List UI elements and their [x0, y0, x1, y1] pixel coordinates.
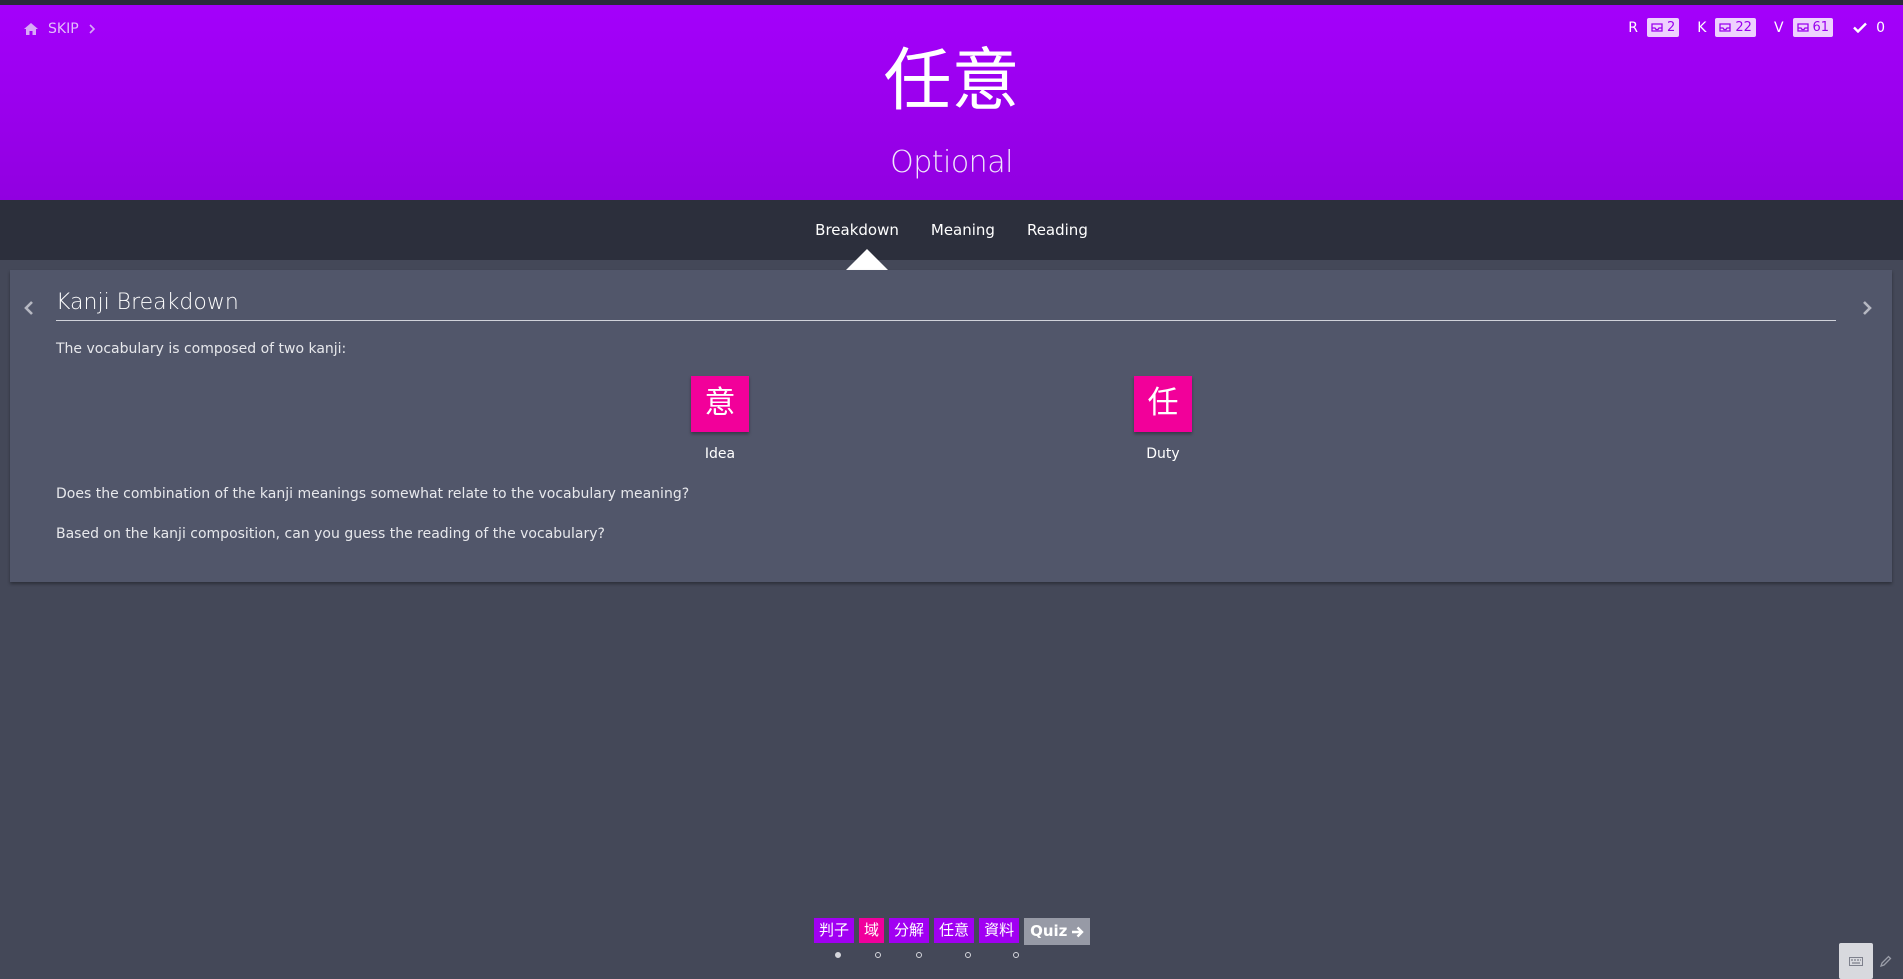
composition-intro: The vocabulary is composed of two kanji: — [56, 341, 347, 357]
vocabulary-stat[interactable]: V 61 — [1773, 18, 1834, 37]
vocabulary-count: 61 — [1812, 20, 1830, 35]
vocabulary-character: 任意 — [883, 42, 1020, 121]
kanji-tile-idea[interactable]: 意 — [691, 376, 749, 432]
progress-stats: R 2 K 22 V 61 0 — [1610, 18, 1885, 37]
vocabulary-meaning: Optional — [890, 145, 1013, 180]
kanji-meaning-duty: Duty — [1146, 446, 1180, 462]
kanji-letter: K — [1697, 19, 1707, 36]
queue-item[interactable]: 資料 — [979, 918, 1020, 943]
lesson-header: SKIP R 2 K 22 V 61 0 任意 Optional — [0, 0, 1903, 200]
radicals-count-badge: 2 — [1646, 18, 1680, 37]
previous-arrow-icon[interactable] — [24, 300, 34, 320]
tab-reading[interactable]: Reading — [1011, 221, 1104, 239]
vocabulary-count-badge: 61 — [1792, 18, 1834, 37]
title-divider — [56, 320, 1836, 321]
lesson-queue: 判子 域 分解 任意 資料 Quiz — [814, 918, 1091, 945]
keyboard-shortcuts-button[interactable] — [1839, 943, 1873, 979]
tab-meaning[interactable]: Meaning — [915, 221, 1011, 239]
inbox-icon — [1796, 23, 1809, 32]
pagination-dot[interactable] — [916, 952, 922, 958]
queue-item[interactable]: 任意 — [934, 918, 975, 943]
kanji-count-badge: 22 — [1715, 18, 1756, 37]
pagination-dot[interactable] — [875, 952, 881, 958]
home-icon[interactable] — [24, 23, 38, 35]
pagination-dot[interactable] — [965, 952, 971, 958]
keyboard-icon — [1849, 956, 1863, 966]
tabs: Breakdown Meaning Reading — [0, 200, 1903, 260]
question-reading: Based on the kanji composition, can you … — [56, 526, 605, 542]
chevron-right-icon — [89, 24, 96, 34]
kanji-stat[interactable]: K 22 — [1697, 18, 1756, 37]
panel-title: Kanji Breakdown — [56, 290, 239, 315]
active-tab-indicator — [845, 249, 889, 271]
tab-breakdown[interactable]: Breakdown — [799, 221, 915, 239]
radicals-stat[interactable]: R 2 — [1628, 18, 1680, 37]
skip-button[interactable]: SKIP — [48, 21, 79, 37]
pagination-dot[interactable] — [835, 952, 841, 958]
queue-item[interactable]: 分解 — [889, 918, 930, 943]
skip-nav[interactable]: SKIP — [24, 21, 96, 37]
tab-bar: Breakdown Meaning Reading — [0, 200, 1903, 260]
queue-item[interactable]: 域 — [859, 918, 885, 943]
kanji-meaning-idea: Idea — [704, 446, 736, 462]
pencil-icon[interactable] — [1879, 952, 1892, 971]
quiz-label: Quiz — [1030, 922, 1068, 940]
next-arrow-icon[interactable] — [1862, 300, 1872, 320]
queue-pagination — [0, 952, 1903, 964]
kanji-tile-duty[interactable]: 任 — [1134, 376, 1192, 432]
vocabulary-letter: V — [1773, 19, 1784, 36]
inbox-icon — [1719, 23, 1732, 32]
kanji-count: 22 — [1735, 20, 1752, 35]
quiz-button[interactable]: Quiz — [1024, 918, 1091, 945]
radicals-letter: R — [1628, 19, 1638, 36]
radicals-count: 2 — [1666, 20, 1676, 35]
question-meaning: Does the combination of the kanji meanin… — [56, 486, 690, 502]
arrow-right-icon — [1072, 926, 1085, 937]
pagination-dot[interactable] — [1013, 952, 1019, 958]
inbox-icon — [1651, 23, 1663, 32]
queue-item[interactable]: 判子 — [814, 918, 855, 943]
completed-stat[interactable]: 0 — [1853, 20, 1885, 36]
checkmark-icon — [1853, 22, 1867, 33]
completed-count: 0 — [1876, 19, 1885, 36]
